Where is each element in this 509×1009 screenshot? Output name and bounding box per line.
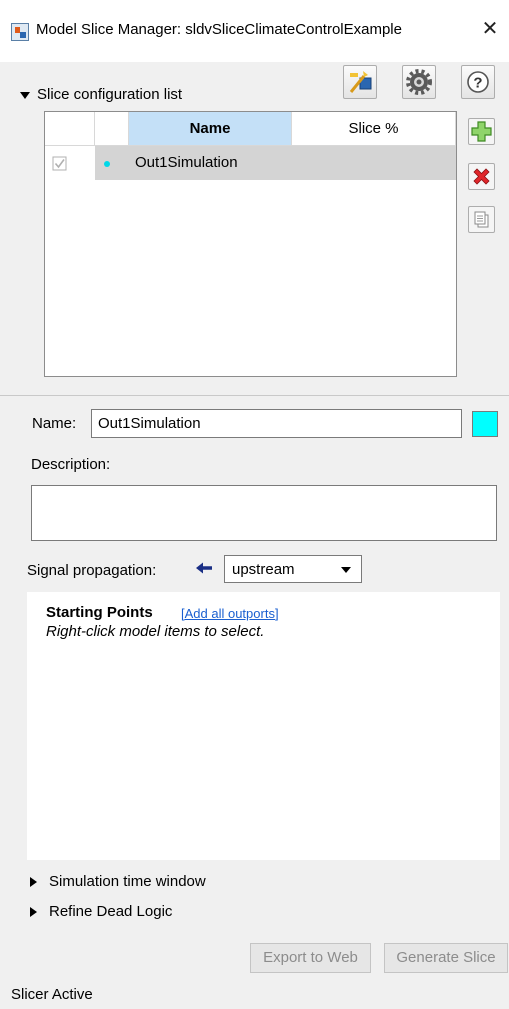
delete-icon bbox=[473, 168, 490, 185]
table-header-name[interactable]: Name bbox=[129, 112, 292, 146]
color-dot-icon bbox=[104, 161, 110, 167]
slice-list-section-header[interactable]: Slice configuration list bbox=[20, 86, 182, 103]
svg-text:?: ? bbox=[473, 75, 482, 92]
starting-points-title: Starting Points bbox=[46, 604, 153, 621]
collapse-triangle-icon bbox=[20, 91, 30, 99]
slice-list-label: Slice configuration list bbox=[37, 86, 183, 103]
expand-triangle-icon bbox=[30, 877, 37, 888]
highlight-icon bbox=[349, 71, 372, 93]
starting-points-panel: Starting Points [Add all outports] Right… bbox=[27, 592, 500, 860]
chevron-down-icon bbox=[341, 567, 351, 573]
settings-button[interactable] bbox=[402, 65, 436, 99]
table-header-color bbox=[95, 112, 129, 146]
window-title: Model Slice Manager: sldvSliceClimateCon… bbox=[36, 21, 402, 38]
expand-triangle-icon bbox=[30, 907, 37, 918]
propagation-dropdown-value: upstream bbox=[232, 561, 295, 578]
arrow-left-icon bbox=[194, 559, 214, 582]
name-label: Name: bbox=[32, 415, 77, 432]
table-row-color bbox=[95, 146, 129, 180]
slice-config-table: Name Slice % Out1Simulation bbox=[44, 111, 457, 377]
generate-slice-button[interactable]: Generate Slice bbox=[384, 943, 508, 973]
app-icon bbox=[11, 23, 29, 41]
table-header-slice-percent[interactable]: Slice % bbox=[292, 112, 456, 146]
starting-points-hint: Right-click model items to select. bbox=[46, 623, 265, 640]
table-header-check bbox=[45, 112, 95, 146]
divider bbox=[0, 395, 509, 396]
checkbox-icon bbox=[52, 156, 67, 171]
highlight-slice-button[interactable] bbox=[343, 65, 377, 99]
highlight-color-swatch[interactable] bbox=[472, 411, 498, 437]
refine-dead-logic-label: Refine Dead Logic bbox=[49, 903, 173, 920]
description-label: Description: bbox=[31, 456, 111, 473]
gear-icon bbox=[406, 69, 432, 95]
delete-config-button[interactable] bbox=[468, 163, 495, 190]
propagation-dropdown[interactable]: upstream bbox=[224, 555, 362, 583]
table-row-name[interactable]: Out1Simulation bbox=[129, 146, 292, 180]
help-button[interactable]: ? bbox=[461, 65, 495, 99]
signal-propagation-label: Signal propagation: bbox=[27, 562, 157, 579]
close-icon[interactable]: ✕ bbox=[478, 16, 502, 42]
simulation-time-window-label: Simulation time window bbox=[49, 873, 206, 890]
status-text: Slicer Active bbox=[11, 986, 93, 1003]
refine-dead-logic-expander[interactable]: Refine Dead Logic bbox=[30, 903, 172, 920]
table-row-checkbox[interactable] bbox=[45, 146, 95, 180]
description-field[interactable] bbox=[31, 485, 497, 541]
copy-config-button[interactable] bbox=[468, 206, 495, 233]
export-to-web-button[interactable]: Export to Web bbox=[250, 943, 371, 973]
add-config-button[interactable] bbox=[468, 118, 495, 145]
help-icon: ? bbox=[467, 71, 489, 93]
add-all-outports-link[interactable]: [Add all outports] bbox=[181, 606, 279, 621]
copy-icon bbox=[474, 211, 489, 228]
title-bar: Model Slice Manager: sldvSliceClimateCon… bbox=[0, 0, 509, 62]
simulation-time-window-expander[interactable]: Simulation time window bbox=[30, 873, 206, 890]
table-row-slice-percent bbox=[292, 146, 456, 180]
name-field[interactable] bbox=[91, 409, 462, 438]
add-icon bbox=[471, 121, 492, 142]
